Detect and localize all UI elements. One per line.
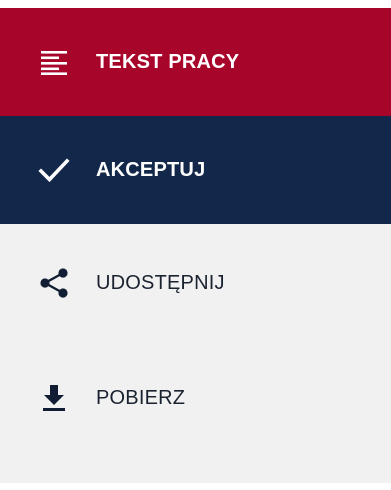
menu-item-label: TEKST PRACY (96, 51, 240, 73)
menu-item-label: UDOSTĘPNIJ (96, 272, 225, 294)
menu-item-share[interactable]: UDOSTĘPNIJ (0, 237, 391, 329)
download-icon (36, 380, 72, 416)
checkmark-icon (36, 152, 72, 188)
menu-item-accept[interactable]: AKCEPTUJ (0, 116, 391, 224)
menu-item-text-of-work[interactable]: TEKST PRACY (0, 8, 391, 116)
action-panel: TEKST PRACY AKCEPTUJ UDOSTĘPNIJ POBIERZ (0, 0, 391, 490)
menu-item-download[interactable]: POBIERZ (0, 348, 391, 448)
action-menu: TEKST PRACY AKCEPTUJ UDOSTĘPNIJ POBIERZ (0, 8, 391, 483)
share-icon (36, 265, 72, 301)
menu-item-label: AKCEPTUJ (96, 159, 206, 181)
menu-item-label: POBIERZ (96, 387, 186, 409)
text-lines-icon (36, 44, 72, 80)
